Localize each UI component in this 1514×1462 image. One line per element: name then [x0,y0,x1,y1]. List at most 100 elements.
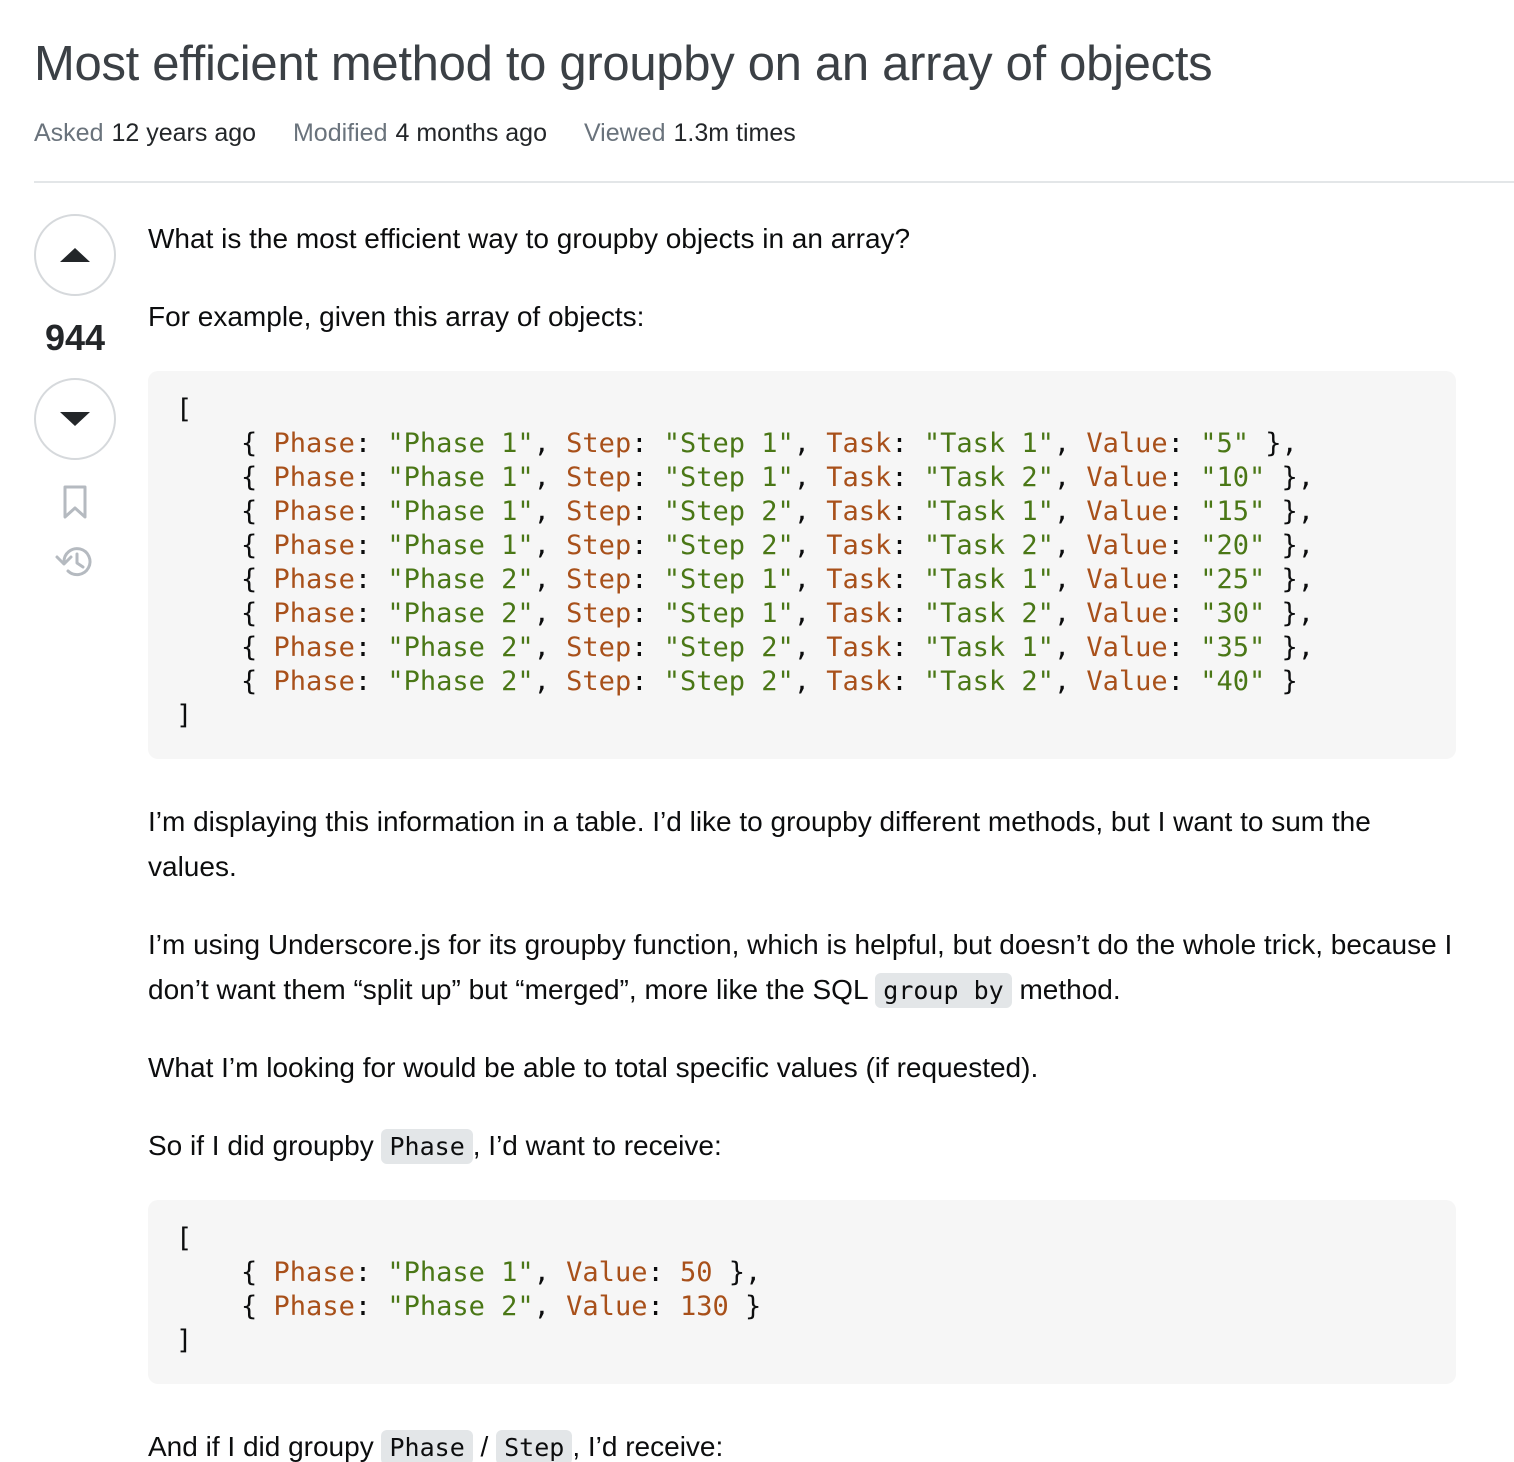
paragraph-3: I’m displaying this information in a tab… [148,806,1371,882]
question-title[interactable]: Most efficient method to groupby on an a… [34,32,1213,96]
code-value: "30" [1200,598,1266,629]
code-key: Value [1086,666,1168,697]
code-key: Value [566,1291,648,1322]
code-line: { Phase: "Phase 2", Value: 130 } [176,1291,762,1322]
code-value: 50 [679,1257,713,1288]
upvote-button[interactable] [34,214,116,296]
code-value: "Task 2" [923,530,1054,561]
code-value: "15" [1200,496,1266,527]
bookmark-icon[interactable] [61,484,89,520]
inline-code: Phase [381,1430,473,1462]
meta-asked-label: Asked [34,119,104,147]
code-key: Phase [273,530,355,561]
code-rows: { Phase: "Phase 1", Step: "Step 1", Task… [176,428,1314,697]
code-key: Step [566,666,632,697]
caret-down-icon [60,412,90,426]
code-value: "Task 1" [923,496,1054,527]
code-value: "Phase 2" [387,666,534,697]
code-key: Step [566,564,632,595]
paragraph-2: For example, given this array of objects… [148,301,645,332]
inline-code: Phase [381,1129,473,1164]
paragraph-1: What is the most efficient way to groupb… [148,223,911,254]
code-key: Phase [273,428,355,459]
code-value: "Step 1" [663,598,794,629]
code-value: "Phase 2" [387,1291,534,1322]
code-key: Step [566,598,632,629]
code-line: ] [176,1325,193,1356]
paragraph-4-text: I’m using Underscore.js for its groupby … [148,929,1453,1005]
code-value: "Step 2" [663,530,794,561]
code-key: Phase [273,462,355,493]
paragraph-6-text: So if I did groupby [148,1130,382,1161]
code-key: Value [1086,428,1168,459]
meta-asked: Asked 12 years ago [34,118,256,148]
meta-modified: Modified 4 months ago [293,118,547,148]
code-value: "Task 2" [923,666,1054,697]
code-key: Task [826,428,892,459]
code-key: Task [826,632,892,663]
code-value: "Step 2" [663,666,794,697]
code-line: [ [176,394,193,425]
code-key: Task [826,598,892,629]
header-divider [34,181,1514,183]
meta-modified-value[interactable]: 4 months ago [395,119,547,147]
code-key: Phase [273,564,355,595]
code-key: Step [566,496,632,527]
code-value: "Step 1" [663,428,794,459]
code-key: Step [566,530,632,561]
code-key: Value [1086,496,1168,527]
code-value: "10" [1200,462,1266,493]
code-key: Value [566,1257,648,1288]
code-rows: { Phase: "Phase 1", Value: 50 }, { Phase… [176,1257,761,1322]
downvote-button[interactable] [34,378,116,460]
code-line: { Phase: "Phase 1", Step: "Step 1", Task… [176,428,1298,459]
code-line: [ [176,1223,193,1254]
meta-asked-value[interactable]: 12 years ago [111,119,256,147]
code-key: Phase [273,598,355,629]
code-value: "Task 1" [923,428,1054,459]
code-line: { Phase: "Phase 1", Value: 50 }, [176,1257,762,1288]
code-key: Phase [273,496,355,527]
meta-viewed-label: Viewed [583,119,666,147]
caret-up-icon [60,248,90,262]
inline-code: Step [496,1430,573,1462]
code-key: Phase [273,1257,355,1288]
code-line: { Phase: "Phase 2", Step: "Step 2", Task… [176,666,1298,697]
code-value: "Phase 2" [387,632,534,663]
history-icon[interactable] [54,542,96,582]
inline-code: group by [875,973,1012,1008]
code-value: "40" [1200,666,1266,697]
code-value: "Task 1" [923,632,1054,663]
code-value: "Phase 1" [387,462,534,493]
code-value: "Task 2" [923,462,1054,493]
code-value: "Phase 2" [387,564,534,595]
paragraph-4-text-end: method. [1011,974,1121,1005]
code-key: Task [826,666,892,697]
paragraph-6-text-end: , I’d want to receive: [472,1130,722,1161]
code-value: "Step 2" [663,632,794,663]
code-block-output: [ { Phase: "Phase 1", Value: 50 }, { Pha… [148,1200,1456,1384]
code-line: { Phase: "Phase 2", Step: "Step 1", Task… [176,598,1314,629]
code-line: { Phase: "Phase 1", Step: "Step 2", Task… [176,496,1314,527]
code-line: { Phase: "Phase 2", Step: "Step 2", Task… [176,632,1314,663]
question-meta: Asked 12 years ago Modified 4 months ago V… [34,118,826,148]
code-line: { Phase: "Phase 1", Step: "Step 2", Task… [176,530,1314,561]
meta-viewed-value: 1.3m times [673,119,796,147]
code-key: Step [566,462,632,493]
code-line: ] [176,700,193,731]
code-key: Task [826,496,892,527]
code-key: Phase [273,1291,355,1322]
meta-modified-label: Modified [292,119,388,147]
code-line: { Phase: "Phase 2", Step: "Step 1", Task… [176,564,1314,595]
code-value: "Step 2" [663,496,794,527]
paragraph-7-text: And if I did groupy [148,1431,382,1462]
code-value: "25" [1200,564,1266,595]
code-key: Phase [273,666,355,697]
code-value: "Task 2" [923,598,1054,629]
code-value: "5" [1200,428,1249,459]
code-value: "Step 1" [663,564,794,595]
code-line: { Phase: "Phase 1", Step: "Step 1", Task… [176,462,1314,493]
code-key: Value [1086,598,1168,629]
code-value: "Phase 2" [387,598,534,629]
paragraph-7-separator: / [472,1431,497,1462]
